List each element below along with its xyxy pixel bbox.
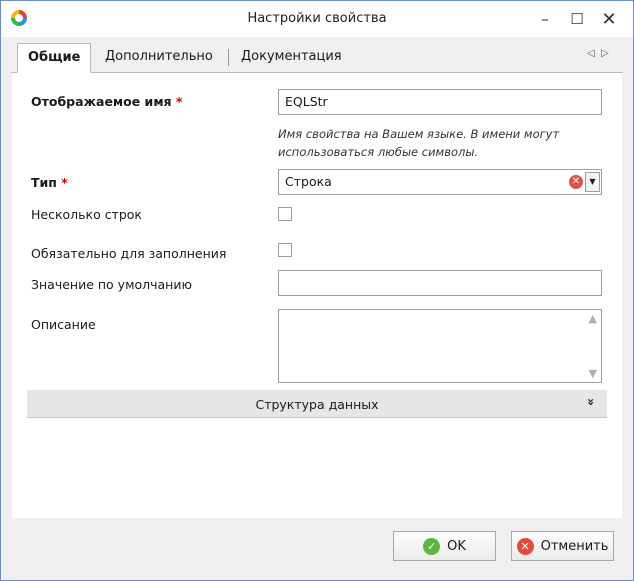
clear-icon[interactable]: ✕ [569,175,583,189]
dialog-window: Настройки свойства – ☐ ✕ Общие Дополните… [0,0,634,581]
cancel-button-label: Отменить [540,538,609,554]
display-name-hint-line1: Имя свойства на Вашем языке. В имени мог… [278,127,560,141]
multiline-checkbox[interactable] [278,207,292,221]
display-name-input[interactable]: EQLStr [278,89,602,115]
title-bar: Настройки свойства – ☐ ✕ [1,1,633,37]
tab-next-icon[interactable]: ▷ [601,48,609,59]
tab-bar: Общие Дополнительно Документация ◁ ▷ [11,40,623,73]
description-textarea[interactable]: ▲ ▼ [278,309,602,383]
tab-additional[interactable]: Дополнительно [95,44,223,70]
close-button[interactable]: ✕ [595,5,623,33]
chevron-double-down-icon: » [584,398,599,406]
dialog-footer: ✓ OK ✕ Отменить [1,518,633,580]
scroll-down-icon[interactable]: ▼ [589,367,597,380]
ok-button[interactable]: ✓ OK [393,531,496,561]
multiline-label: Несколько строк [31,207,142,222]
tab-documentation[interactable]: Документация [231,44,352,70]
type-label: Тип * [31,175,68,190]
cancel-icon: ✕ [516,537,534,555]
maximize-button[interactable]: ☐ [563,5,591,33]
chevron-down-icon[interactable]: ▼ [585,172,600,192]
type-select-value: Строка [285,174,332,189]
ok-button-label: OK [447,538,466,554]
display-name-hint-line2: использоваться любые символы. [278,145,479,159]
cancel-button[interactable]: ✕ Отменить [511,531,614,561]
description-label: Описание [31,317,96,332]
minimize-button[interactable]: – [531,5,559,33]
mandatory-checkbox[interactable] [278,243,292,257]
general-tab-panel: Отображаемое имя * EQLStr Имя свойства н… [12,73,622,518]
display-name-label: Отображаемое имя * [31,94,183,109]
default-value-label: Значение по умолчанию [31,277,193,292]
data-structure-section-label: Структура данных [255,397,379,412]
required-mark: * [61,175,68,190]
required-mark: * [175,94,183,109]
mandatory-label: Обязательно для заполнения [31,246,227,261]
default-value-input[interactable] [278,270,602,296]
data-structure-section-toggle[interactable]: Структура данных » [27,390,607,418]
tab-prev-icon[interactable]: ◁ [587,48,595,59]
tab-separator [228,49,229,66]
scroll-up-icon[interactable]: ▲ [589,312,597,325]
check-icon: ✓ [423,537,441,555]
tab-general[interactable]: Общие [17,43,92,73]
type-select[interactable]: Строка ✕ ▼ [278,169,602,195]
